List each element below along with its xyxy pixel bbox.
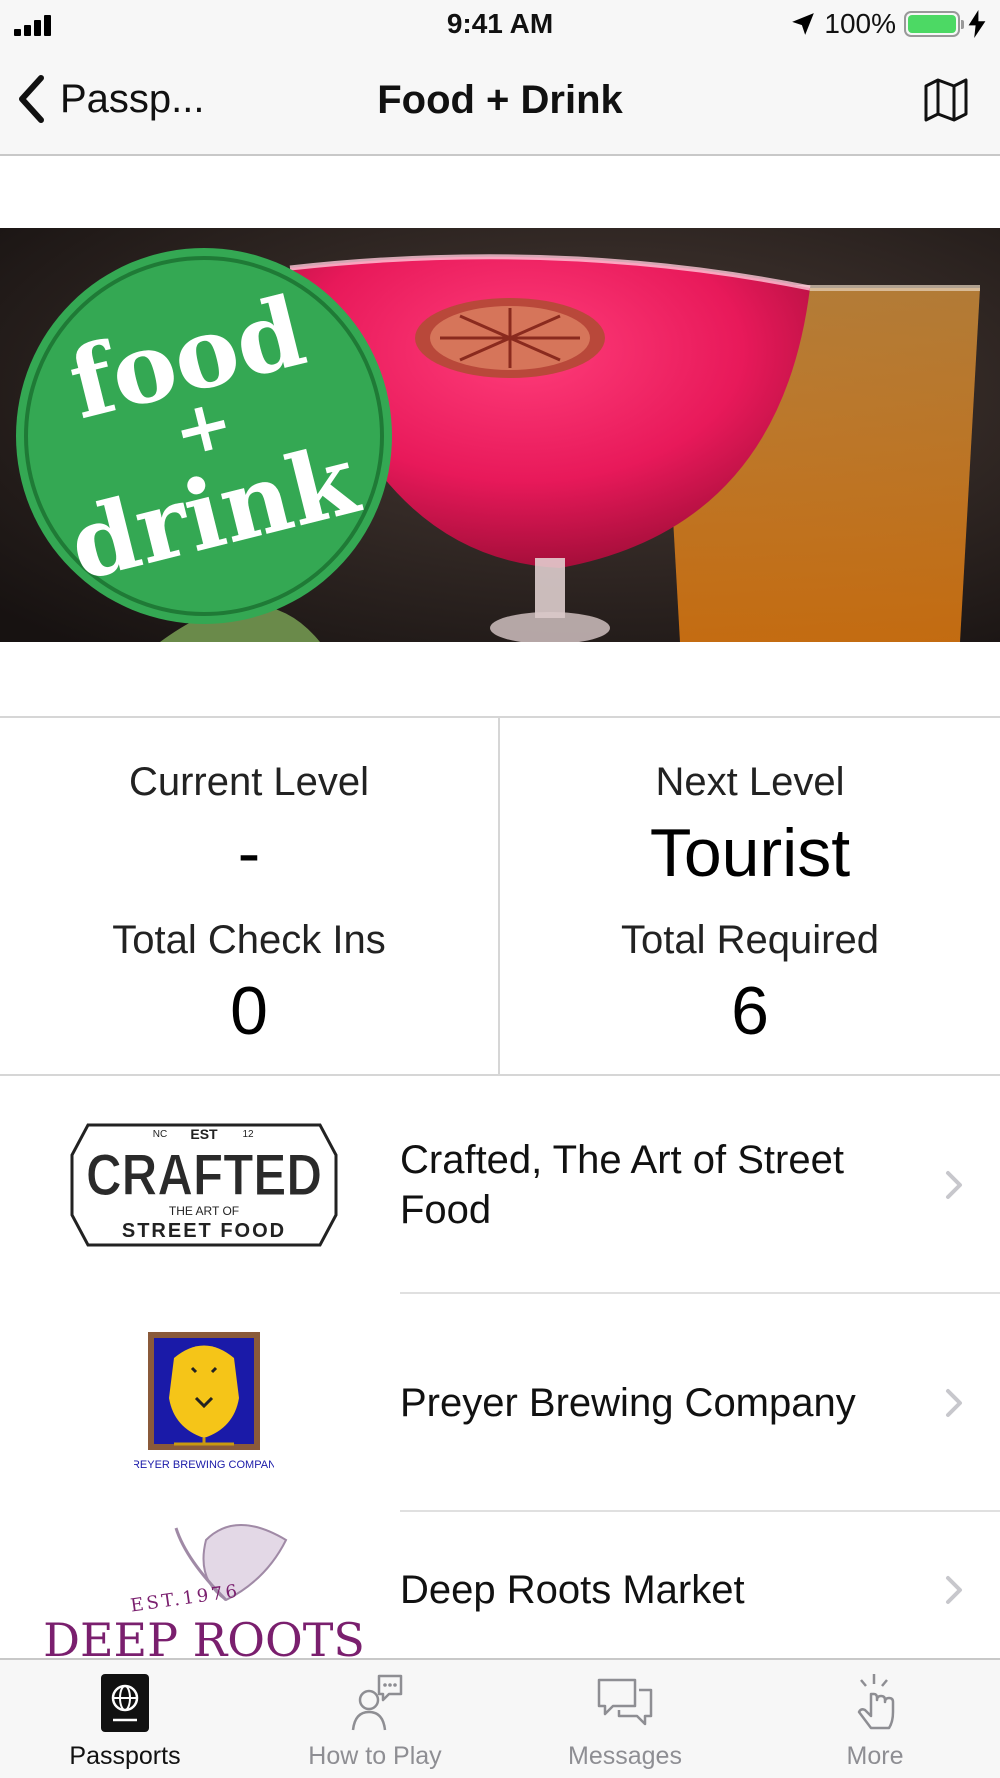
venue-name: Deep Roots Market — [400, 1568, 745, 1612]
venue-name: Preyer Brewing Company — [400, 1381, 856, 1425]
svg-text:PREYER BREWING COMPANY: PREYER BREWING COMPANY — [134, 1459, 274, 1471]
tab-label: How to Play — [308, 1742, 442, 1770]
svg-text:STREET FOOD: STREET FOOD — [122, 1220, 286, 1242]
list-item[interactable]: EST.1976 DEEP ROOTS Deep Roots Market — [0, 1512, 1000, 1658]
charging-icon — [968, 10, 986, 38]
total-checkins-label: Total Check Ins — [112, 918, 386, 962]
chevron-right-icon — [946, 1576, 962, 1604]
tab-label: More — [846, 1742, 904, 1770]
total-required-value: 6 — [731, 973, 769, 1049]
tab-label: Passports — [69, 1742, 181, 1770]
tab-bar: Passports How to Play Messages More — [0, 1658, 1000, 1778]
tab-passports[interactable]: Passports — [0, 1660, 250, 1778]
next-level-label: Next Level — [655, 760, 845, 804]
battery-percent: 100% — [824, 8, 896, 39]
svg-text:THE ART OF: THE ART OF — [169, 1204, 239, 1218]
tab-more[interactable]: More — [750, 1660, 1000, 1778]
svg-text:12: 12 — [242, 1129, 254, 1140]
preyer-logo: PREYER BREWING COMPANY — [36, 1294, 372, 1512]
tab-label: Messages — [568, 1742, 682, 1770]
next-level-panel: Next Level Tourist Total Required 6 — [500, 718, 1000, 1074]
next-level-value: Tourist — [649, 815, 851, 891]
tab-how-to-play[interactable]: How to Play — [250, 1660, 500, 1778]
current-level-label: Current Level — [128, 760, 370, 804]
messages-icon — [597, 1678, 653, 1726]
svg-text:DEEP ROOTS: DEEP ROOTS — [43, 1613, 365, 1658]
svg-text:NC: NC — [153, 1129, 167, 1140]
map-icon[interactable] — [922, 76, 970, 124]
venue-name: Crafted, The Art of Street Food — [400, 1138, 844, 1232]
passport-icon — [101, 1674, 149, 1732]
hero-image: food + drink — [0, 228, 1000, 642]
tab-messages[interactable]: Messages — [500, 1660, 750, 1778]
more-icon — [857, 1674, 895, 1730]
battery-icon — [904, 11, 964, 37]
location-arrow-icon — [792, 13, 815, 35]
total-required-label: Total Required — [621, 918, 879, 962]
food-drink-badge: food + drink — [16, 248, 392, 624]
chevron-right-icon — [946, 1171, 962, 1199]
how-to-play-icon — [351, 1674, 403, 1731]
level-stats: Current Level - Total Check Ins 0 Next L… — [0, 716, 1000, 1076]
list-item[interactable]: PREYER BREWING COMPANY Preyer Brewing Co… — [0, 1294, 1000, 1512]
page-title: Food + Drink — [377, 78, 623, 122]
current-level-panel: Current Level - Total Check Ins 0 — [0, 718, 500, 1074]
svg-text:EST: EST — [190, 1126, 218, 1142]
svg-text:CRAFTED: CRAFTED — [86, 1143, 322, 1208]
venue-list: NC EST 12 CRAFTED THE ART OF STREET FOOD… — [0, 1076, 1000, 1658]
total-checkins-value: 0 — [230, 973, 268, 1049]
chevron-right-icon — [946, 1389, 962, 1417]
deep-roots-logo: EST.1976 DEEP ROOTS — [36, 1512, 372, 1658]
current-level-value: - — [237, 815, 261, 891]
list-item[interactable]: NC EST 12 CRAFTED THE ART OF STREET FOOD… — [0, 1076, 1000, 1294]
navigation-bar: Passp... Food + Drink — [0, 50, 1000, 156]
crafted-logo: NC EST 12 CRAFTED THE ART OF STREET FOOD — [36, 1076, 372, 1294]
status-bar: 9:41 AM 100% — [0, 0, 1000, 50]
